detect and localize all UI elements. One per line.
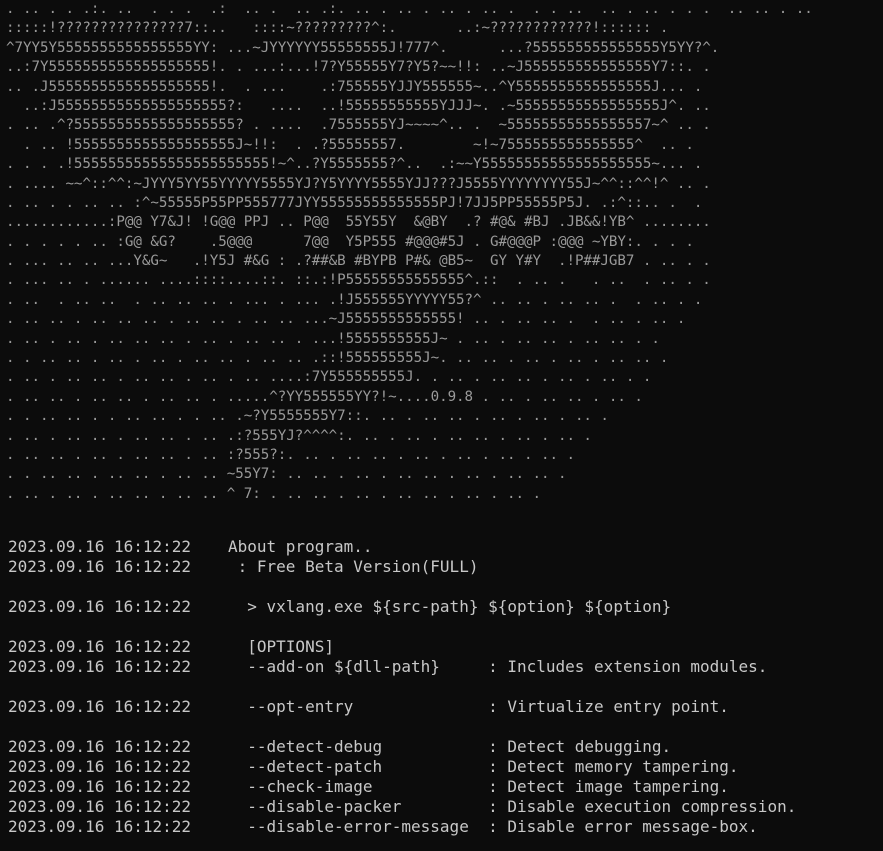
log-message: [OPTIONS] — [228, 637, 334, 656]
log-line: 2023.09.16 16:12:22 About program.. — [8, 537, 796, 557]
log-line: 2023.09.16 16:12:22 --opt-entry : Virtua… — [8, 697, 796, 717]
banner-line: . .. . .. . .. .. . .. .. ^ 7: . .. .. .… — [6, 485, 541, 502]
banner-line: . . .. .. . . .. .. . . .. .~?Y5555555Y7… — [6, 408, 609, 425]
banner-line: . .. . .. .. . .. .. .. . ... . ... .!J5… — [6, 291, 703, 308]
log-line: 2023.09.16 16:12:22 --disable-error-mess… — [8, 817, 796, 837]
banner-line: . .. .. . .. .. . .. .. . .....^?YY55555… — [6, 388, 643, 405]
banner-line: . .. . . .:. .. . . . .: .. . .. .:. .. … — [6, 1, 813, 17]
banner-line: . .. !5555555555555555555J~!!: . .?55555… — [6, 136, 694, 153]
log-message: --detect-patch : Detect memory tampering… — [228, 757, 739, 776]
banner-line: .. .J5555555555555555555!. . ... .:75555… — [6, 78, 703, 95]
banner-line: . .. .^?5555555555555555555? . .... .755… — [6, 117, 711, 134]
log-timestamp: 2023.09.16 16:12:22 — [8, 737, 192, 756]
log-line: 2023.09.16 16:12:22 --detect-patch : Det… — [8, 757, 796, 777]
banner-line: . .. .. . .. . .. .. . .. :?555?:. .. . … — [6, 446, 575, 463]
console-window[interactable]: . .. . . .:. .. . . . .: .. . .. .:. .. … — [0, 0, 883, 851]
log-message: > vxlang.exe ${src-path} ${option} ${opt… — [228, 597, 672, 616]
banner-line: ............:P@@ Y7&J! !G@@ PPJ .. P@@ 5… — [6, 214, 711, 231]
banner-line: . ... .. . ...... ....::::....::. ::.:!P… — [6, 272, 711, 289]
log-timestamp: 2023.09.16 16:12:22 — [8, 817, 192, 836]
banner-line: . .. . . .. .. :^~55555P55PP555777JYY555… — [6, 194, 703, 211]
banner-line: . .. . .. .. . .. .. . .. .:?555YJ?^^^^:… — [6, 427, 592, 444]
banner-line: . .. .. . .. .. .. . .. .. . .. .. ...~J… — [6, 311, 686, 328]
banner-line: . . . .!55555555555555555555555!~^..?Y55… — [6, 156, 703, 173]
log-timestamp: 2023.09.16 16:12:22 — [8, 637, 192, 656]
banner-line: . . .. .. . .. .. . .. .. ~55Y7: .. .. .… — [6, 466, 567, 483]
log-message: --add-on ${dll-path} : Includes extensio… — [228, 657, 768, 676]
banner-line: . . .. .. . .. . .. . .. .. . .. .. .::!… — [6, 350, 669, 367]
log-line: 2023.09.16 16:12:22 --add-on ${dll-path}… — [8, 657, 796, 677]
log-line: 2023.09.16 16:12:22 : Free Beta Version(… — [8, 557, 796, 577]
banner-line: ^7YY5Y5555555555555555YY: ...~JYYYYYY555… — [6, 39, 720, 56]
banner-line: . .. . .. .. . .. .. . .. . .. ....:7Y55… — [6, 369, 652, 386]
log-message: --opt-entry : Virtualize entry point. — [228, 697, 729, 716]
log-message: --disable-error-message : Disable error … — [228, 817, 758, 836]
log-timestamp: 2023.09.16 16:12:22 — [8, 777, 192, 796]
log-timestamp: 2023.09.16 16:12:22 — [8, 537, 192, 556]
log-timestamp: 2023.09.16 16:12:22 — [8, 657, 192, 676]
banner-line: :::::!???????????????7::.. ::::~????????… — [6, 20, 669, 37]
banner-line: ..:J55555555555555555555?: .... ..!55555… — [6, 97, 711, 114]
ascii-art-banner: . .. . . .:. .. . . . .: .. . .. .:. .. … — [6, 0, 813, 504]
banner-line: ..:7Y5555555555555555555!. . ...:...!7?Y… — [6, 59, 711, 76]
log-line: 2023.09.16 16:12:22 [OPTIONS] — [8, 637, 796, 657]
log-line: 2023.09.16 16:12:22 --check-image : Dete… — [8, 777, 796, 797]
log-line: 2023.09.16 16:12:22 > vxlang.exe ${src-p… — [8, 597, 796, 617]
log-message: : Free Beta Version(FULL) — [228, 557, 479, 576]
banner-line: . ... .. .. ...Y&G~ .!Y5J #&G : .?##&B #… — [6, 253, 711, 270]
banner-line: . .... ~~^::^^:~JYYY5YY55YYYYY5555YJ?Y5Y… — [6, 175, 711, 192]
log-message: About program.. — [228, 537, 373, 556]
log-timestamp: 2023.09.16 16:12:22 — [8, 697, 192, 716]
log-timestamp: 2023.09.16 16:12:22 — [8, 797, 192, 816]
log-line: 2023.09.16 16:12:22 --detect-debug : Det… — [8, 737, 796, 757]
log-message: --check-image : Detect image tampering. — [228, 777, 729, 796]
console-log: 2023.09.16 16:12:22 About program.. 2023.0… — [8, 537, 796, 837]
banner-line: . . . . . .. :G@ &G? .5@@@ 7@@ Y5P555 #@… — [6, 233, 694, 250]
log-timestamp: 2023.09.16 16:12:22 — [8, 597, 192, 616]
log-timestamp: 2023.09.16 16:12:22 — [8, 757, 192, 776]
banner-line: . .. . .. . .. .. .. . .. . .. .. . ...!… — [6, 330, 660, 347]
log-message: --disable-packer : Disable execution com… — [228, 797, 797, 816]
log-message: --detect-debug : Detect debugging. — [228, 737, 672, 756]
log-line: 2023.09.16 16:12:22 --disable-packer : D… — [8, 797, 796, 817]
log-timestamp: 2023.09.16 16:12:22 — [8, 557, 192, 576]
